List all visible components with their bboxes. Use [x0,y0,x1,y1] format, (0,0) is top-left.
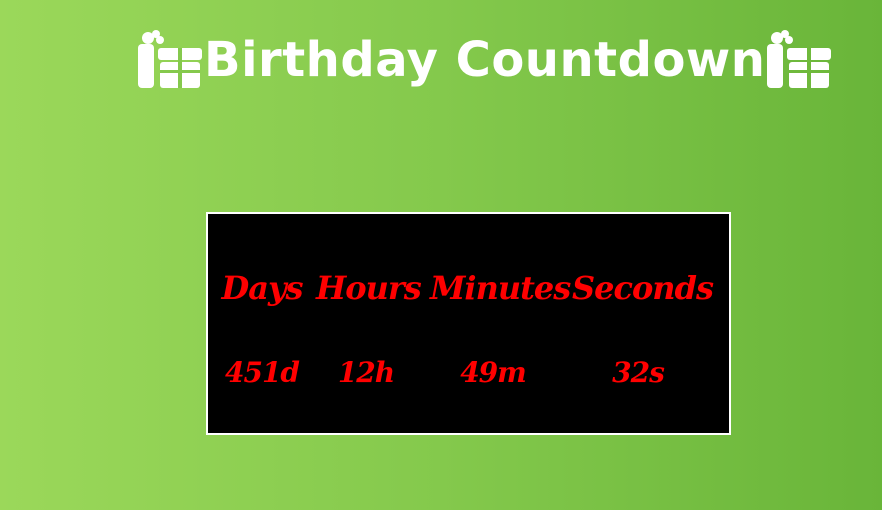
page-header: Birthday Countdown [136,28,832,92]
hours-label: Hours [316,269,422,307]
gift-icon [765,30,833,90]
page-title: Birthday Countdown [204,32,766,88]
days-value: 451d [224,356,300,389]
gift-icon [136,30,204,90]
minutes-label: Minutes [430,269,571,307]
countdown-labels: Days Hours Minutes Seconds [208,269,729,309]
countdown-panel: Days Hours Minutes Seconds 451d 12h 49m … [206,212,731,435]
hours-value: 12h [337,356,395,389]
days-label: Days [221,269,303,307]
seconds-value: 32s [612,356,665,389]
countdown-values: 451d 12h 49m 32s [208,356,729,396]
seconds-label: Seconds [572,269,714,307]
minutes-value: 49m [460,356,527,389]
page: { "header": { "title": "Birthday Countdo… [0,0,882,510]
